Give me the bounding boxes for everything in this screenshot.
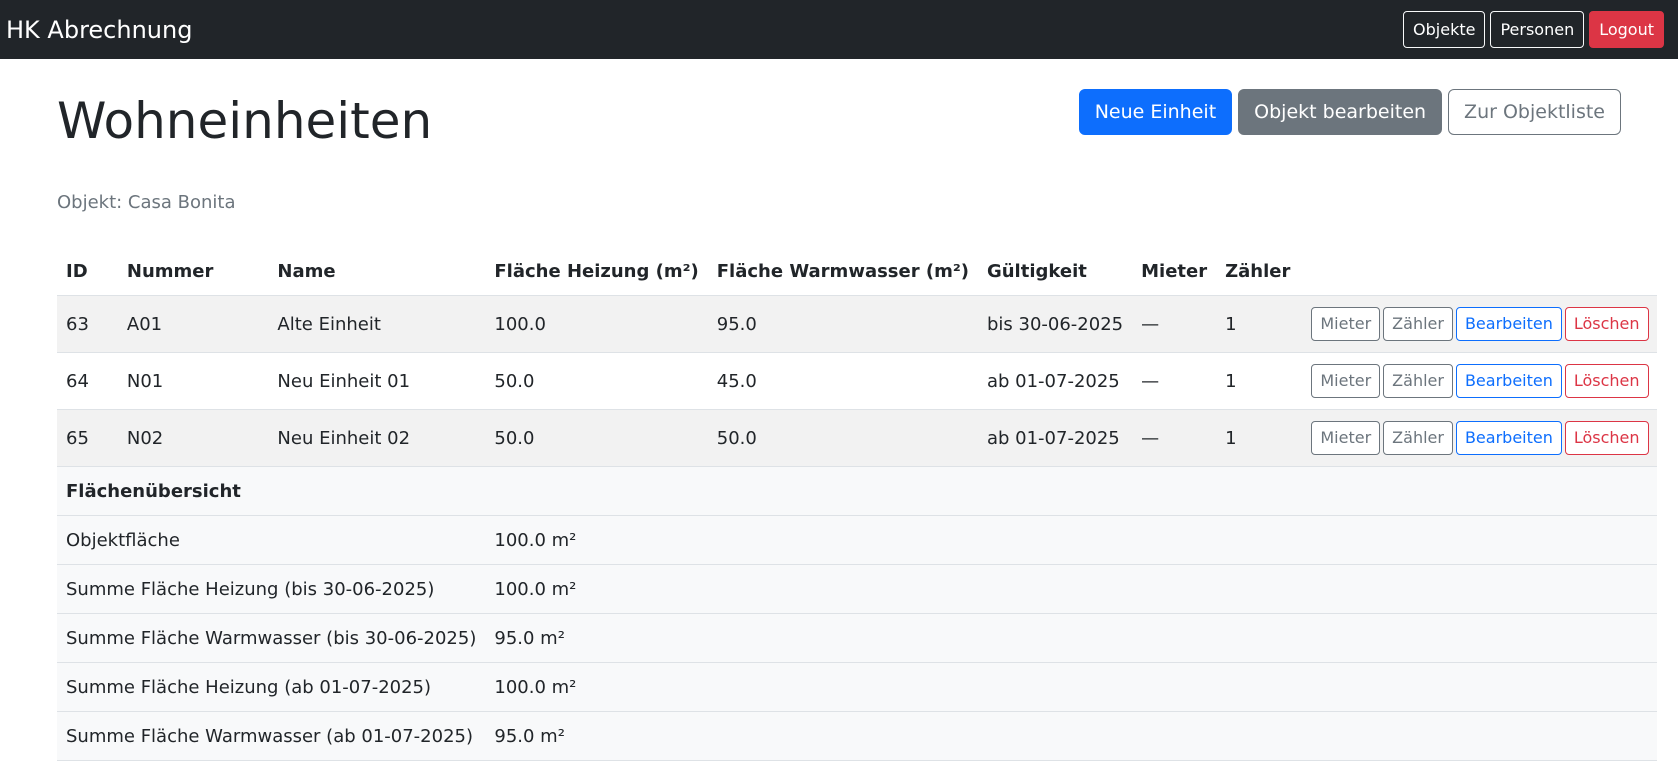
- cell-gueltigkeit: bis 30-06-2025: [977, 295, 1133, 353]
- new-unit-button[interactable]: Neue Einheit: [1078, 89, 1233, 135]
- summary-value: 100.0 m²: [485, 564, 1657, 614]
- summary-row: Summe Fläche Heizung (ab 01-07-2025) 100…: [57, 662, 1657, 712]
- col-name: Name: [268, 247, 486, 296]
- summary-header-row: Flächenübersicht: [57, 466, 1657, 516]
- cell-zaehler: 1: [1216, 409, 1300, 467]
- mieter-button[interactable]: Mieter: [1311, 421, 1381, 455]
- page-title: Wohneinheiten: [57, 92, 433, 150]
- cell-nummer: N01: [117, 352, 269, 410]
- summary-label: Summe Fläche Warmwasser (bis 30-06-2025): [57, 613, 486, 663]
- cell-zaehler: 1: [1216, 295, 1300, 353]
- cell-heizung: 50.0: [485, 409, 708, 467]
- cell-nummer: A01: [117, 295, 269, 353]
- table-header-row: ID Nummer Name Fläche Heizung (m²) Fläch…: [57, 247, 1657, 296]
- summary-title: Flächenübersicht: [57, 466, 1657, 516]
- cell-id: 63: [57, 295, 118, 353]
- cell-warmwasser: 95.0: [707, 295, 978, 353]
- summary-value: 95.0 m²: [485, 711, 1657, 761]
- summary-row: Summe Fläche Warmwasser (bis 30-06-2025)…: [57, 613, 1657, 663]
- mieter-button[interactable]: Mieter: [1311, 364, 1381, 398]
- summary-label: Summe Fläche Heizung (bis 30-06-2025): [57, 564, 486, 614]
- col-mieter: Mieter: [1132, 247, 1217, 296]
- cell-zaehler: 1: [1216, 352, 1300, 410]
- summary-row: Objektfläche 100.0 m²: [57, 515, 1657, 565]
- table-row: 64 N01 Neu Einheit 01 50.0 45.0 ab 01-07…: [57, 352, 1657, 410]
- objekte-nav-button[interactable]: Objekte: [1403, 11, 1486, 48]
- cell-mieter: —: [1132, 352, 1217, 410]
- edit-button[interactable]: Bearbeiten: [1455, 364, 1562, 398]
- zaehler-button[interactable]: Zähler: [1383, 364, 1453, 398]
- nav-buttons: Objekte Personen Logout: [1403, 11, 1664, 48]
- cell-warmwasser: 45.0: [707, 352, 978, 410]
- col-actions: [1299, 247, 1657, 296]
- personen-nav-button[interactable]: Personen: [1490, 11, 1585, 48]
- table-row: 65 N02 Neu Einheit 02 50.0 50.0 ab 01-07…: [57, 409, 1657, 467]
- logout-button[interactable]: Logout: [1589, 11, 1664, 48]
- mieter-button[interactable]: Mieter: [1311, 307, 1381, 341]
- row-actions: Mieter Zähler Bearbeiten Löschen: [1299, 295, 1657, 353]
- cell-warmwasser: 50.0: [707, 409, 978, 467]
- col-nummer: Nummer: [117, 247, 269, 296]
- cell-gueltigkeit: ab 01-07-2025: [977, 409, 1133, 467]
- col-gueltigkeit: Gültigkeit: [977, 247, 1133, 296]
- back-to-object-list-button[interactable]: Zur Objektliste: [1448, 89, 1621, 135]
- top-navbar: HK Abrechnung Objekte Personen Logout: [0, 0, 1678, 59]
- summary-value: 95.0 m²: [485, 613, 1657, 663]
- cell-heizung: 50.0: [485, 352, 708, 410]
- cell-id: 65: [57, 409, 118, 467]
- summary-label: Summe Fläche Heizung (ab 01-07-2025): [57, 662, 486, 712]
- cell-heizung: 100.0: [485, 295, 708, 353]
- brand-logo-text[interactable]: HK Abrechnung: [6, 16, 192, 44]
- page-header: Wohneinheiten Neue Einheit Objekt bearbe…: [57, 59, 1621, 206]
- delete-button[interactable]: Löschen: [1564, 364, 1649, 398]
- cell-mieter: —: [1132, 409, 1217, 467]
- edit-button[interactable]: Bearbeiten: [1455, 421, 1562, 455]
- page-actions: Neue Einheit Objekt bearbeiten Zur Objek…: [1078, 89, 1621, 135]
- col-flaeche-heizung: Fläche Heizung (m²): [485, 247, 708, 296]
- cell-nummer: N02: [117, 409, 269, 467]
- summary-label: Objektfläche: [57, 515, 486, 565]
- summary-value: 100.0 m²: [485, 662, 1657, 712]
- summary-label: Summe Fläche Warmwasser (ab 01-07-2025): [57, 711, 486, 761]
- delete-button[interactable]: Löschen: [1564, 307, 1649, 341]
- units-table: ID Nummer Name Fläche Heizung (m²) Fläch…: [57, 247, 1657, 761]
- row-actions: Mieter Zähler Bearbeiten Löschen: [1299, 352, 1657, 410]
- summary-value: 100.0 m²: [485, 515, 1657, 565]
- cell-mieter: —: [1132, 295, 1217, 353]
- zaehler-button[interactable]: Zähler: [1383, 307, 1453, 341]
- edit-button[interactable]: Bearbeiten: [1455, 307, 1562, 341]
- delete-button[interactable]: Löschen: [1564, 421, 1649, 455]
- cell-gueltigkeit: ab 01-07-2025: [977, 352, 1133, 410]
- edit-object-button[interactable]: Objekt bearbeiten: [1238, 89, 1443, 135]
- cell-name: Neu Einheit 01: [268, 352, 486, 410]
- col-zaehler: Zähler: [1216, 247, 1300, 296]
- table-row: 63 A01 Alte Einheit 100.0 95.0 bis 30-06…: [57, 295, 1657, 353]
- summary-row: Summe Fläche Warmwasser (ab 01-07-2025) …: [57, 711, 1657, 761]
- col-flaeche-warmwasser: Fläche Warmwasser (m²): [707, 247, 978, 296]
- zaehler-button[interactable]: Zähler: [1383, 421, 1453, 455]
- row-actions: Mieter Zähler Bearbeiten Löschen: [1299, 409, 1657, 467]
- cell-name: Alte Einheit: [268, 295, 486, 353]
- summary-row: Summe Fläche Heizung (bis 30-06-2025) 10…: [57, 564, 1657, 614]
- cell-name: Neu Einheit 02: [268, 409, 486, 467]
- col-id: ID: [57, 247, 118, 296]
- cell-id: 64: [57, 352, 118, 410]
- main-content: Wohneinheiten Neue Einheit Objekt bearbe…: [0, 59, 1678, 761]
